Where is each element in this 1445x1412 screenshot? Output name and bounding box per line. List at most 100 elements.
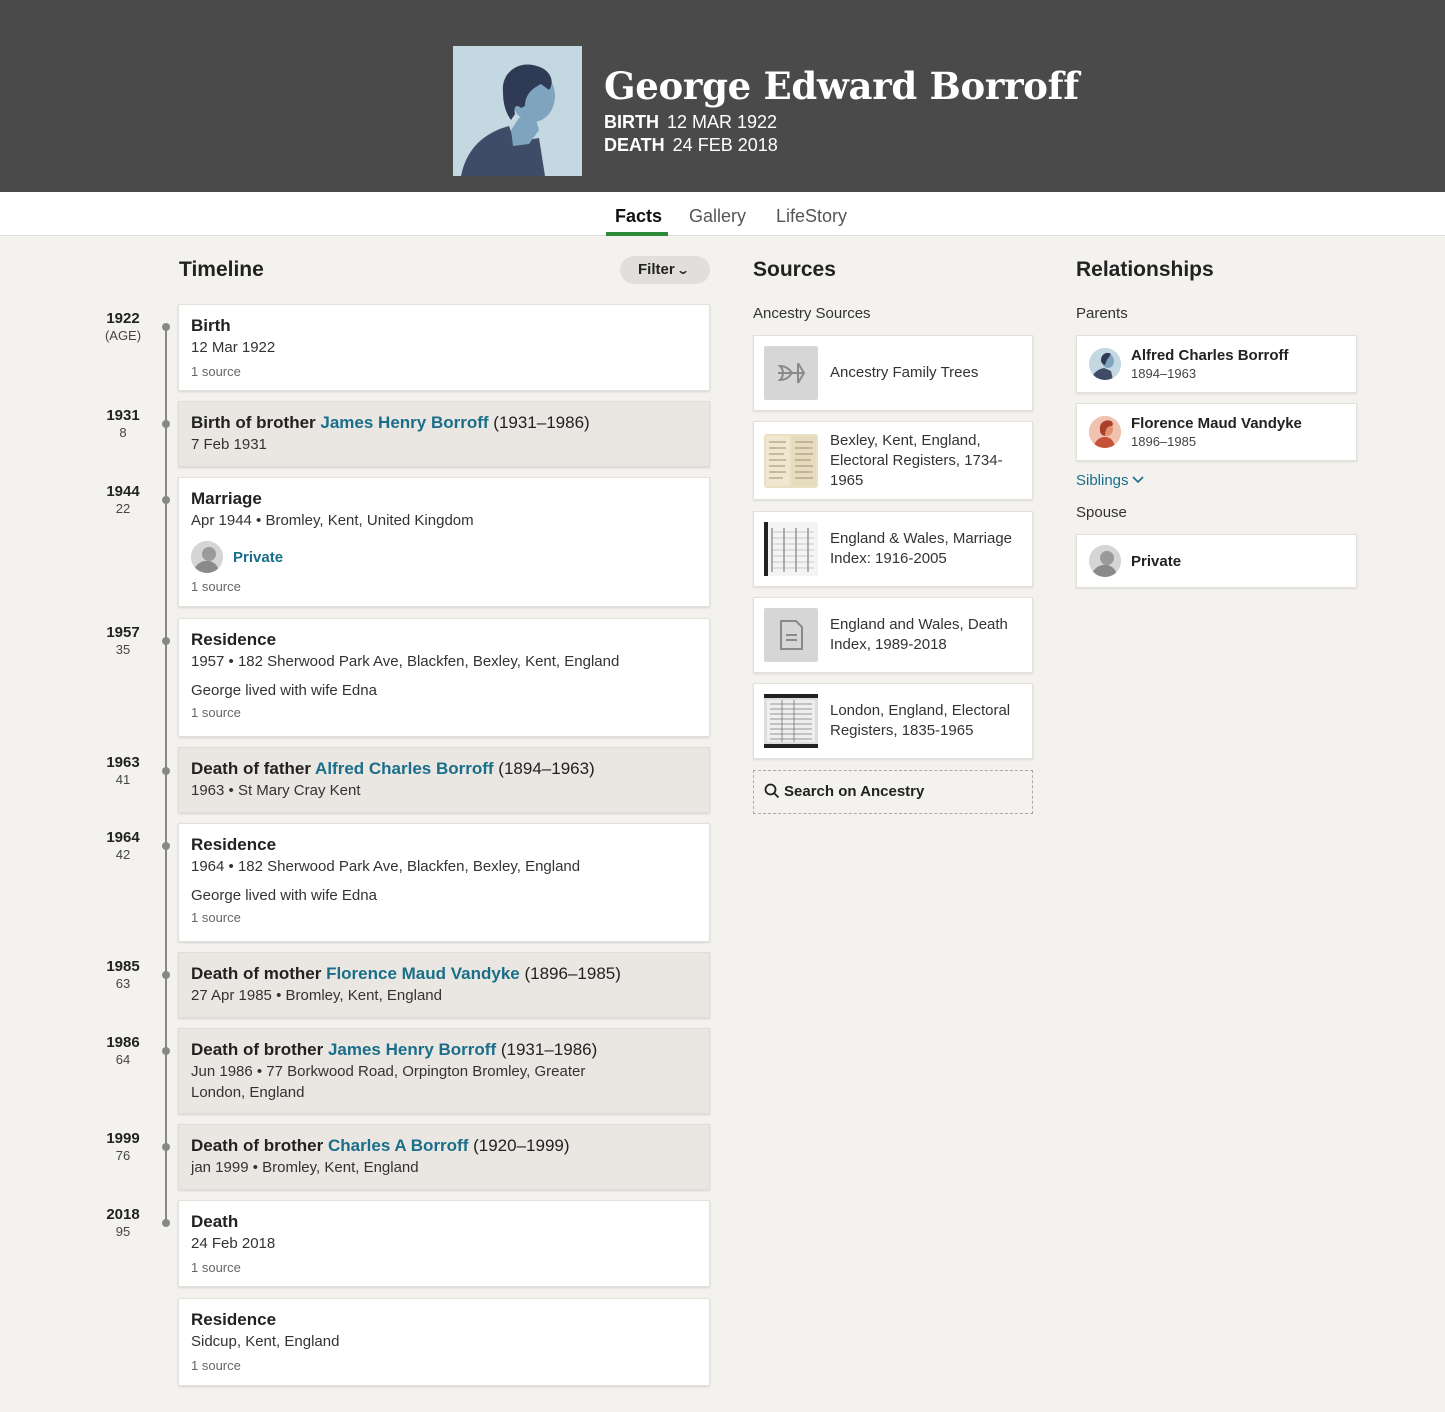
event-card-death-of-mother[interactable]: Death of mother Florence Maud Vandyke (1… (178, 952, 710, 1018)
event-source-count[interactable]: 1 source (191, 364, 697, 379)
timeline-dot (162, 323, 170, 331)
parent-dates: 1894–1963 (1131, 366, 1197, 381)
spouse-name-link[interactable]: Private (233, 549, 283, 566)
event-card-birth-of-brother[interactable]: Birth of brother James Henry Borroff (19… (178, 401, 710, 467)
event-card-death[interactable]: Death 24 Feb 2018 1 source (178, 1200, 710, 1287)
age: 95 (115, 1224, 131, 1239)
siblings-toggle[interactable]: Siblings (1076, 472, 1144, 489)
birth-summary: BIRTH 12 MAR 1922 (604, 112, 777, 133)
timeline-year-marker: 1986 64 (92, 1034, 154, 1067)
event-card-residence[interactable]: Residence 1957 • 182 Sherwood Park Ave, … (178, 618, 710, 737)
siblings-label: Siblings (1076, 472, 1129, 489)
timeline-year-marker: 1963 41 (92, 754, 154, 787)
event-title: Birth of brother James Henry Borroff (19… (191, 412, 697, 434)
death-summary: DEATH 24 FEB 2018 (604, 135, 778, 156)
source-card[interactable]: England & Wales, Marriage Index: 1916-20… (753, 511, 1033, 587)
source-card[interactable]: Ancestry Family Trees (753, 335, 1033, 411)
event-note: George lived with wife Edna (191, 887, 377, 904)
event-card-death-of-father[interactable]: Death of father Alfred Charles Borroff (… (178, 747, 710, 813)
event-card-marriage[interactable]: Marriage Apr 1944 • Bromley, Kent, Unite… (178, 477, 710, 607)
male-silhouette-icon (453, 46, 582, 176)
index-page-thumbnail (764, 522, 818, 576)
event-title-prefix: Death of brother (191, 1040, 328, 1059)
profile-portrait-avatar[interactable] (453, 46, 582, 176)
timeline-dot (162, 637, 170, 645)
event-detail: 12 Mar 1922 (191, 339, 276, 356)
event-detail: Apr 1944 • Bromley, Kent, United Kingdom (191, 512, 474, 529)
relative-dates: (1894–1963) (493, 759, 595, 778)
relative-link[interactable]: James Henry Borroff (320, 413, 488, 432)
year: 1931 (106, 407, 140, 424)
year: 1963 (106, 754, 140, 771)
event-detail: jan 1999 • Bromley, Kent, England (191, 1159, 419, 1176)
event-source-count[interactable]: 1 source (191, 1260, 697, 1275)
timeline-dot (162, 1143, 170, 1151)
sources-heading: Sources (753, 258, 836, 281)
tab-gallery[interactable]: Gallery (689, 206, 746, 227)
parent-info: Alfred Charles Borroff 1894–1963 (1131, 347, 1289, 381)
relative-link[interactable]: Florence Maud Vandyke (326, 964, 520, 983)
event-card-death-of-brother[interactable]: Death of brother Charles A Borroff (1920… (178, 1124, 710, 1190)
event-title: Birth (191, 316, 231, 335)
event-source-count[interactable]: 1 source (191, 910, 697, 925)
event-source-count[interactable]: 1 source (191, 705, 697, 720)
avatar (1089, 545, 1121, 577)
event-detail: Sidcup, Kent, England (191, 1333, 340, 1350)
event-source-count[interactable]: 1 source (191, 579, 697, 594)
person-name: George Edward Borroff (604, 64, 1079, 108)
age: 22 (115, 501, 131, 516)
age: 35 (115, 642, 131, 657)
source-card[interactable]: London, England, Electoral Registers, 18… (753, 683, 1033, 759)
register-page-thumbnail (764, 694, 818, 748)
parent-card-mother[interactable]: Florence Maud Vandyke 1896–1985 (1076, 403, 1357, 461)
spouse-name: Private (1131, 552, 1182, 570)
chevron-down-icon (1131, 476, 1144, 484)
relative-link[interactable]: James Henry Borroff (328, 1040, 496, 1059)
year: 1944 (106, 483, 140, 500)
avatar (1089, 348, 1121, 380)
tab-facts[interactable]: Facts (615, 206, 662, 227)
source-title: London, England, Electoral Registers, 18… (830, 702, 1011, 739)
avatar (191, 541, 223, 573)
event-card-residence[interactable]: Residence Sidcup, Kent, England 1 source (178, 1298, 710, 1386)
timeline-dot (162, 420, 170, 428)
event-detail: 1964 • 182 Sherwood Park Ave, Blackfen, … (191, 858, 581, 875)
active-tab-indicator (606, 232, 668, 236)
event-source-count[interactable]: 1 source (191, 1358, 697, 1373)
age: 64 (115, 1052, 131, 1067)
event-card-birth[interactable]: Birth 12 Mar 1922 1 source (178, 304, 710, 391)
parent-name: Florence Maud Vandyke (1131, 415, 1302, 432)
event-title: Death of brother Charles A Borroff (1920… (191, 1135, 697, 1157)
relative-link[interactable]: Alfred Charles Borroff (315, 759, 494, 778)
event-title-prefix: Death of mother (191, 964, 327, 983)
tab-lifestory[interactable]: LifeStory (776, 206, 847, 227)
event-detail: 1963 • St Mary Cray Kent (191, 782, 361, 799)
event-title-prefix: Death of father (191, 759, 316, 778)
age: 76 (115, 1148, 131, 1163)
filter-button[interactable]: Filter⌄ (620, 256, 710, 284)
source-card[interactable]: England and Wales, Death Index, 1989-201… (753, 597, 1033, 673)
event-card-death-of-brother[interactable]: Death of brother James Henry Borroff (19… (178, 1028, 710, 1114)
search-on-ancestry-button[interactable]: Search on Ancestry (753, 770, 1033, 814)
year: 1999 (106, 1130, 140, 1147)
parent-card-father[interactable]: Alfred Charles Borroff 1894–1963 (1076, 335, 1357, 393)
relative-dates: (1931–1986) (496, 1040, 598, 1059)
source-card[interactable]: Bexley, Kent, England, Electoral Registe… (753, 421, 1033, 500)
spouse-label: Spouse (1076, 504, 1127, 521)
event-title-prefix: Birth of brother (191, 413, 321, 432)
timeline-dot (162, 767, 170, 775)
timeline-dot (162, 1047, 170, 1055)
spouse-row[interactable]: Private (191, 541, 697, 573)
search-icon (764, 783, 780, 799)
event-card-residence[interactable]: Residence 1964 • 182 Sherwood Park Ave, … (178, 823, 710, 942)
year: 1922 (106, 310, 140, 327)
relative-dates: (1931–1986) (488, 413, 590, 432)
timeline-year-marker: 1944 22 (92, 483, 154, 516)
female-silhouette-icon (1089, 416, 1121, 448)
spouse-card[interactable]: Private (1076, 534, 1357, 588)
timeline-year-marker: 1931 8 (92, 407, 154, 440)
event-note: George lived with wife Edna (191, 682, 377, 699)
year: 1985 (106, 958, 140, 975)
relative-link[interactable]: Charles A Borroff (328, 1136, 468, 1155)
age: (AGE) (104, 328, 142, 343)
